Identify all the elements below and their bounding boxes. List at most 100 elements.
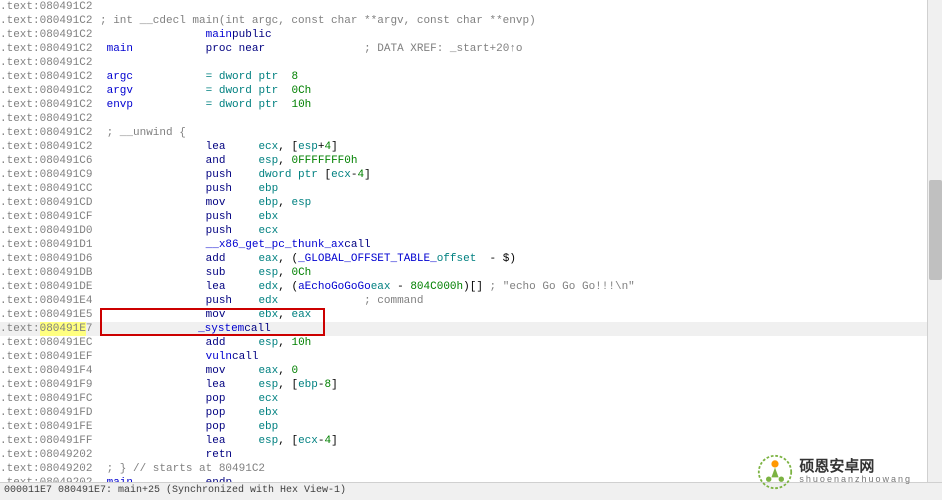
disasm-line[interactable]: .text:080491C2 main proc near ; DATA XRE… (0, 42, 942, 56)
disasm-line[interactable]: .text:080491CC push ebp (0, 182, 942, 196)
line-address: .text:080491D0 (0, 224, 100, 238)
line-content: _systemcall (92, 322, 297, 336)
line-content: sub esp, 0Ch (100, 266, 311, 280)
disasm-line[interactable]: .text:080491FE pop ebp (0, 420, 942, 434)
line-address: .text:080491C6 (0, 154, 100, 168)
status-bar: 000011E7 080491E7: main+25 (Synchronized… (0, 482, 942, 500)
line-address: .text: (0, 322, 40, 336)
line-address: .text:08049202 (0, 462, 100, 476)
disasm-line[interactable]: .text:080491C2; int __cdecl main(int arg… (0, 14, 942, 28)
disasm-line[interactable]: .text:08049202 ; } // starts at 80491C2 (0, 462, 942, 476)
line-content: ; } // starts at 80491C2 (100, 462, 265, 476)
line-content: ; __unwind { (100, 126, 186, 140)
line-content: mov eax, 0 (100, 364, 298, 378)
disasm-line[interactable]: .text:080491E4 push edx ; command (0, 294, 942, 308)
line-address: .text:080491C2 (0, 112, 100, 126)
line-content: push edx ; command (100, 294, 424, 308)
line-address: .text:080491F9 (0, 378, 100, 392)
line-content: argv = dword ptr 0Ch (100, 84, 311, 98)
line-address-highlight: 080491E (40, 322, 86, 336)
line-address: .text:080491E4 (0, 294, 100, 308)
line-address: .text:080491C2 (0, 98, 100, 112)
line-address: .text:080491C2 (0, 84, 100, 98)
line-content: and esp, 0FFFFFFF0h (100, 154, 357, 168)
line-address: .text:080491C2 (0, 140, 100, 154)
disasm-line[interactable]: .text:080491C2 (0, 56, 942, 70)
disasm-line[interactable]: .text:080491C2 ; __unwind { (0, 126, 942, 140)
disasm-line[interactable]: .text:080491CD mov ebp, esp (0, 196, 942, 210)
line-address: .text:080491E5 (0, 308, 100, 322)
disasm-line[interactable]: .text:080491E5 mov ebx, eax (0, 308, 942, 322)
line-address: .text:080491DB (0, 266, 100, 280)
disasm-line[interactable]: .text:080491E7 _systemcall (0, 322, 942, 336)
line-content: lea edx, (aEchoGoGoGoeax - 804C000h)[] ;… (100, 280, 635, 294)
line-address: .text:080491F4 (0, 364, 100, 378)
line-content: lea esp, [ecx-4] (100, 434, 338, 448)
disasm-line[interactable]: .text:080491D0 push ecx (0, 224, 942, 238)
disasm-line[interactable]: .text:080491CF push ebx (0, 210, 942, 224)
disasm-line[interactable]: .text:080491C2 lea ecx, [esp+4] (0, 140, 942, 154)
line-content: push ecx (100, 224, 278, 238)
line-address: .text:080491DE (0, 280, 100, 294)
line-address: .text:080491D1 (0, 238, 100, 252)
line-content: mov ebp, esp (100, 196, 311, 210)
line-content: __x86_get_pc_thunk_axcall (100, 238, 397, 252)
line-address: .text:080491CC (0, 182, 100, 196)
vertical-scrollbar[interactable] (927, 0, 942, 482)
line-content: main proc near ; DATA XREF: _start+20↑o (100, 42, 523, 56)
line-address: .text:080491C2 (0, 0, 100, 14)
line-content: pop ebx (100, 406, 278, 420)
disasm-line[interactable]: .text:080491C2 (0, 0, 942, 14)
line-content: push dword ptr [ecx-4] (100, 168, 371, 182)
disasm-line[interactable]: .text:080491FD pop ebx (0, 406, 942, 420)
disasm-line[interactable]: .text:080491D1 __x86_get_pc_thunk_axcall (0, 238, 942, 252)
scrollbar-thumb[interactable] (929, 180, 942, 280)
line-address: .text:080491C2 (0, 126, 100, 140)
line-content: push ebp (100, 182, 278, 196)
disasm-line[interactable]: .text:080491F9 lea esp, [ebp-8] (0, 378, 942, 392)
line-content: mainpublic (100, 28, 278, 42)
line-content: lea ecx, [esp+4] (100, 140, 338, 154)
line-address: .text:08049202 (0, 448, 100, 462)
line-address: .text:080491CF (0, 210, 100, 224)
line-address: .text:080491FC (0, 392, 100, 406)
line-content: lea esp, [ebp-8] (100, 378, 338, 392)
line-content: envp = dword ptr 10h (100, 98, 311, 112)
disassembly-view[interactable]: .text:080491C2.text:080491C2; int __cdec… (0, 0, 942, 482)
line-content: mov ebx, eax (100, 308, 311, 322)
disasm-line[interactable]: .text:080491C2 mainpublic (0, 28, 942, 42)
disasm-line[interactable]: .text:080491EF vulncall (0, 350, 942, 364)
line-address: .text:080491C2 (0, 56, 100, 70)
disasm-line[interactable]: .text:080491D6 add eax, (_GLOBAL_OFFSET_… (0, 252, 942, 266)
disasm-line[interactable]: .text:080491EC add esp, 10h (0, 336, 942, 350)
line-address: .text:080491C2 (0, 42, 100, 56)
line-address: .text:080491EC (0, 336, 100, 350)
disasm-line[interactable]: .text:080491FF lea esp, [ecx-4] (0, 434, 942, 448)
line-address: .text:080491CD (0, 196, 100, 210)
line-content: pop ecx (100, 392, 278, 406)
disasm-line[interactable]: .text:080491C9 push dword ptr [ecx-4] (0, 168, 942, 182)
disasm-line[interactable]: .text:080491C2 (0, 112, 942, 126)
disasm-line[interactable]: .text:080491C2 argv = dword ptr 0Ch (0, 84, 942, 98)
disasm-line[interactable]: .text:080491C2 argc = dword ptr 8 (0, 70, 942, 84)
line-address: .text:080491FD (0, 406, 100, 420)
disasm-line[interactable]: .text:080491C2 envp = dword ptr 10h (0, 98, 942, 112)
line-address: .text:080491FE (0, 420, 100, 434)
line-address: .text:080491C2 (0, 14, 100, 28)
status-text: 000011E7 080491E7: main+25 (Synchronized… (4, 485, 346, 496)
line-address: .text:080491C9 (0, 168, 100, 182)
line-address: 7 (86, 322, 93, 336)
disasm-line[interactable]: .text:080491DE lea edx, (aEchoGoGoGoeax … (0, 280, 942, 294)
line-content: push ebx (100, 210, 278, 224)
disasm-line[interactable]: .text:080491DB sub esp, 0Ch (0, 266, 942, 280)
disasm-line[interactable]: .text:080491C6 and esp, 0FFFFFFF0h (0, 154, 942, 168)
line-address: .text:080491FF (0, 434, 100, 448)
line-content: vulncall (100, 350, 285, 364)
disasm-line[interactable]: .text:08049202 retn (0, 448, 942, 462)
line-content: pop ebp (100, 420, 278, 434)
line-address: .text:080491C2 (0, 28, 100, 42)
line-content: retn (100, 448, 232, 462)
disasm-line[interactable]: .text:080491F4 mov eax, 0 (0, 364, 942, 378)
disasm-line[interactable]: .text:080491FC pop ecx (0, 392, 942, 406)
line-content: argc = dword ptr 8 (100, 70, 298, 84)
